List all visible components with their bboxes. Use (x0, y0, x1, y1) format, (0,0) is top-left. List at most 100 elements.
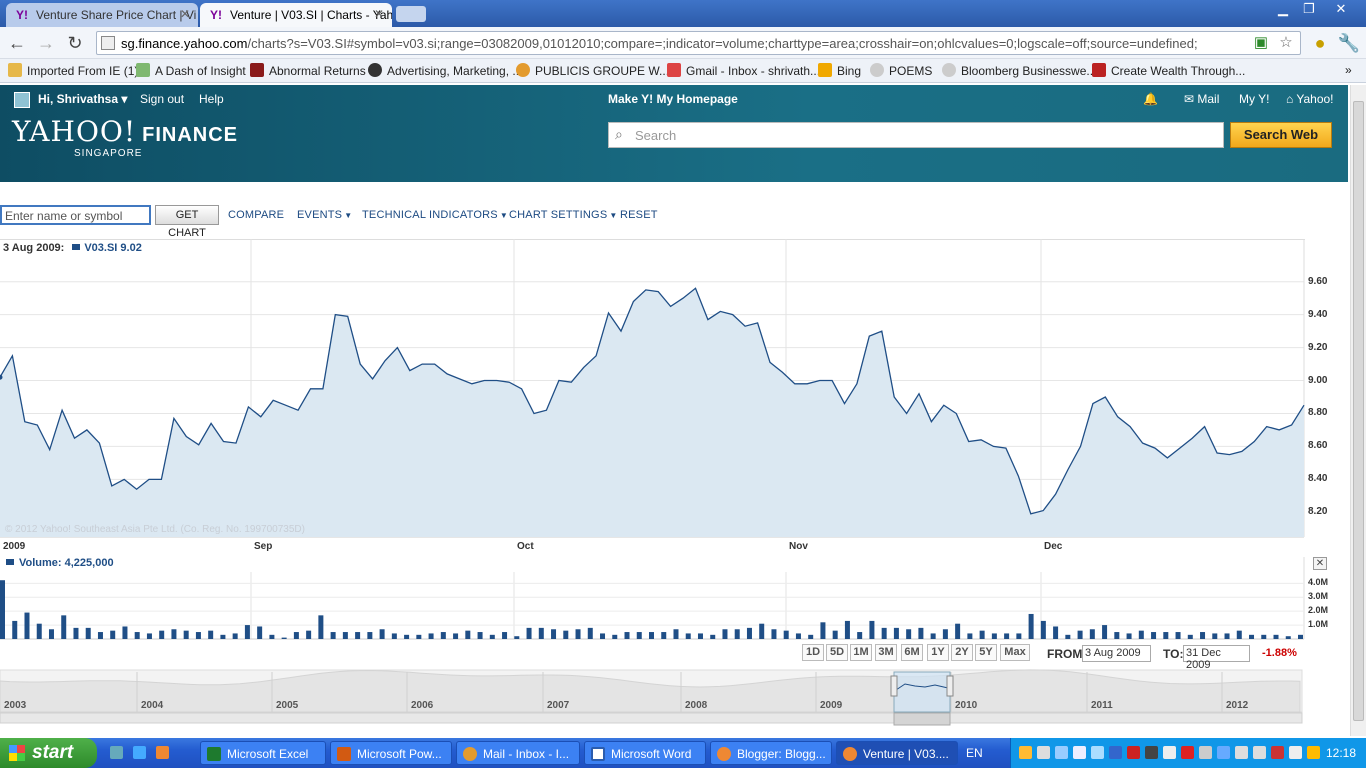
wrench-icon[interactable]: 🔧 (1337, 31, 1361, 55)
yahoo-finance-logo[interactable]: YAHOO! FINANCE SINGAPORE (12, 115, 238, 159)
volume-bar (97, 632, 103, 639)
restore-icon[interactable]: ❐ (1296, 0, 1322, 18)
minimize-icon[interactable]: ▁ (1270, 0, 1296, 18)
volume-bar (783, 630, 789, 639)
star-icon[interactable]: ☆ (1277, 34, 1295, 52)
range-button-1y[interactable]: 1Y (927, 644, 949, 661)
range-button-5d[interactable]: 5D (826, 644, 848, 661)
range-button-1d[interactable]: 1D (802, 644, 824, 661)
address-bar[interactable]: sg.finance.yahoo.com/charts?s=V03.SI#sym… (96, 31, 1301, 55)
my-y-link[interactable]: My Y! (1239, 92, 1269, 106)
volume-bar (48, 629, 54, 639)
notification-bell-icon[interactable]: 🔔 (1143, 92, 1158, 106)
taskbar-item-mail[interactable]: Mail - Inbox - I... (456, 741, 580, 765)
taskbar-item-excel[interactable]: Microsoft Excel (200, 741, 326, 765)
volume-bar (293, 632, 299, 639)
yahoo-home-link[interactable]: ⌂ Yahoo! (1286, 92, 1334, 106)
new-tab-button[interactable] (396, 6, 426, 22)
volume-bar (771, 629, 777, 639)
forward-arrow-icon[interactable]: → (34, 31, 58, 55)
extension-icon[interactable]: ▣ (1252, 34, 1270, 52)
language-indicator[interactable]: EN (966, 746, 983, 760)
reset-button[interactable]: RESET (620, 209, 658, 221)
bookmark-imported-folder[interactable]: Imported From IE (1) (8, 63, 138, 78)
tray-icon (1073, 746, 1086, 759)
yahoo-search-input[interactable]: ⌕ Search (608, 122, 1224, 148)
start-button[interactable]: start (0, 738, 97, 768)
price-x-tick: Oct (517, 541, 534, 552)
chart-settings-menu[interactable]: CHART SETTINGS ▼ (509, 209, 617, 221)
tab-label: Venture | V03.SI | Charts - Yah (230, 8, 392, 22)
technical-indicators-menu[interactable]: TECHNICAL INDICATORS ▼ (362, 209, 508, 221)
volume-bar (918, 627, 924, 639)
get-chart-button[interactable]: GET CHART (155, 205, 219, 239)
bookmark-gmail[interactable]: Gmail - Inbox - shrivath... (667, 63, 820, 78)
symbol-input[interactable]: Enter name or symbol (0, 205, 151, 225)
volume-bar (306, 630, 312, 639)
volume-bar (551, 629, 557, 639)
tab-venture-charts[interactable]: Y! Venture | V03.SI | Charts - Yah ✕ (200, 3, 392, 27)
volume-bar (820, 622, 826, 639)
range-button-6m[interactable]: 6M (901, 644, 923, 661)
volume-bar (979, 630, 985, 639)
greeting-menu[interactable]: Hi, Shrivathsa ▾ (38, 92, 127, 106)
chrome-icon[interactable] (156, 746, 169, 759)
sign-out-link[interactable]: Sign out (140, 92, 184, 106)
range-button-3m[interactable]: 3M (875, 644, 897, 661)
volume-bar (1077, 630, 1083, 639)
search-web-button[interactable]: Search Web (1230, 122, 1332, 148)
volume-bar (428, 633, 434, 639)
volume-bar (416, 634, 422, 639)
taskbar-item-powerpoint[interactable]: Microsoft Pow... (330, 741, 452, 765)
volume-bar (697, 633, 703, 639)
tab-venture-share-price[interactable]: Y! Venture Share Price Chart | Vi ✕ (6, 3, 198, 27)
bookmark-publicis[interactable]: PUBLICIS GROUPE W... (516, 63, 669, 78)
price-y-tick: 9.40 (1308, 308, 1328, 320)
taskbar-item-venture[interactable]: Venture | V03.... (836, 741, 958, 765)
volume-bar (12, 620, 18, 639)
bookmark-bing[interactable]: Bing (818, 63, 861, 78)
folder-icon (8, 63, 22, 77)
volume-bar (857, 632, 863, 639)
more-bookmarks-icon[interactable]: » (1345, 63, 1352, 77)
taskbar-item-word[interactable]: Microsoft Word (584, 741, 706, 765)
events-menu[interactable]: EVENTS ▼ (297, 209, 352, 221)
bookmark-dash-of-insight[interactable]: A Dash of Insight (136, 63, 246, 78)
close-window-icon[interactable]: ✕ (1328, 0, 1354, 18)
extension-bell-icon[interactable]: ● (1308, 31, 1332, 55)
volume-bar (257, 626, 263, 639)
close-tab-icon[interactable]: ✕ (180, 7, 190, 21)
make-homepage-link[interactable]: Make Y! My Homepage (608, 92, 738, 106)
volume-bar (195, 632, 201, 639)
bookmark-poems[interactable]: POEMS (870, 63, 932, 78)
compare-menu[interactable]: COMPARE (228, 209, 284, 221)
scrollbar-thumb[interactable] (1353, 101, 1364, 721)
navigator-year-label: 2006 (411, 700, 434, 711)
quicklaunch-icon[interactable] (110, 746, 123, 759)
taskbar-item-blogger[interactable]: Blogger: Blogg... (710, 741, 832, 765)
help-link[interactable]: Help (199, 92, 224, 106)
to-date-input[interactable]: 31 Dec 2009 (1183, 645, 1250, 671)
ie-icon[interactable] (133, 746, 146, 759)
volume-bar (624, 632, 630, 639)
volume-bar (636, 632, 642, 639)
bookmark-bloomberg[interactable]: Bloomberg Businesswe... (942, 63, 1096, 78)
range-button-5y[interactable]: 5Y (975, 644, 997, 661)
reload-icon[interactable]: ↻ (63, 31, 87, 55)
from-date-input[interactable]: 3 Aug 2009 (1082, 645, 1151, 662)
range-button-1m[interactable]: 1M (850, 644, 872, 661)
volume-bar (1212, 633, 1218, 639)
bookmark-advertising[interactable]: Advertising, Marketing, ... (368, 63, 522, 78)
bookmark-create-wealth[interactable]: Create Wealth Through... (1092, 63, 1245, 78)
close-volume-icon[interactable]: ✕ (1313, 557, 1327, 570)
back-arrow-icon[interactable]: ← (5, 31, 29, 55)
mail-link[interactable]: ✉ Mail (1184, 92, 1219, 106)
volume-bar (134, 632, 140, 639)
volume-bar (673, 629, 679, 639)
range-button-max[interactable]: Max (1000, 644, 1030, 661)
range-button-2y[interactable]: 2Y (951, 644, 973, 661)
bookmark-abnormal-returns[interactable]: Abnormal Returns (250, 63, 366, 78)
vertical-scrollbar[interactable] (1350, 85, 1366, 736)
close-tab-icon[interactable]: ✕ (374, 7, 384, 21)
chrome-icon (843, 747, 857, 761)
